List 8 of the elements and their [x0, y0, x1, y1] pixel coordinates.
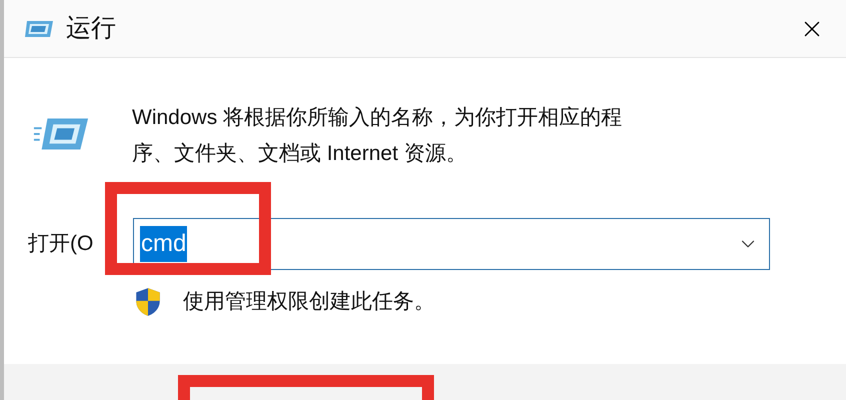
open-label: 打开(O	[28, 231, 94, 258]
shield-icon	[135, 286, 161, 317]
field-value: cmd	[140, 226, 188, 262]
run-icon	[24, 18, 54, 38]
command-field[interactable]: cmd	[133, 218, 770, 270]
description-text: Windows 将根据你所输入的名称，为你打开相应的程序、文件夹、文档或 Internet 资源。	[132, 105, 624, 167]
window-title: 运行	[66, 12, 116, 44]
admin-note: 使用管理权限创建此任务。	[183, 289, 435, 315]
